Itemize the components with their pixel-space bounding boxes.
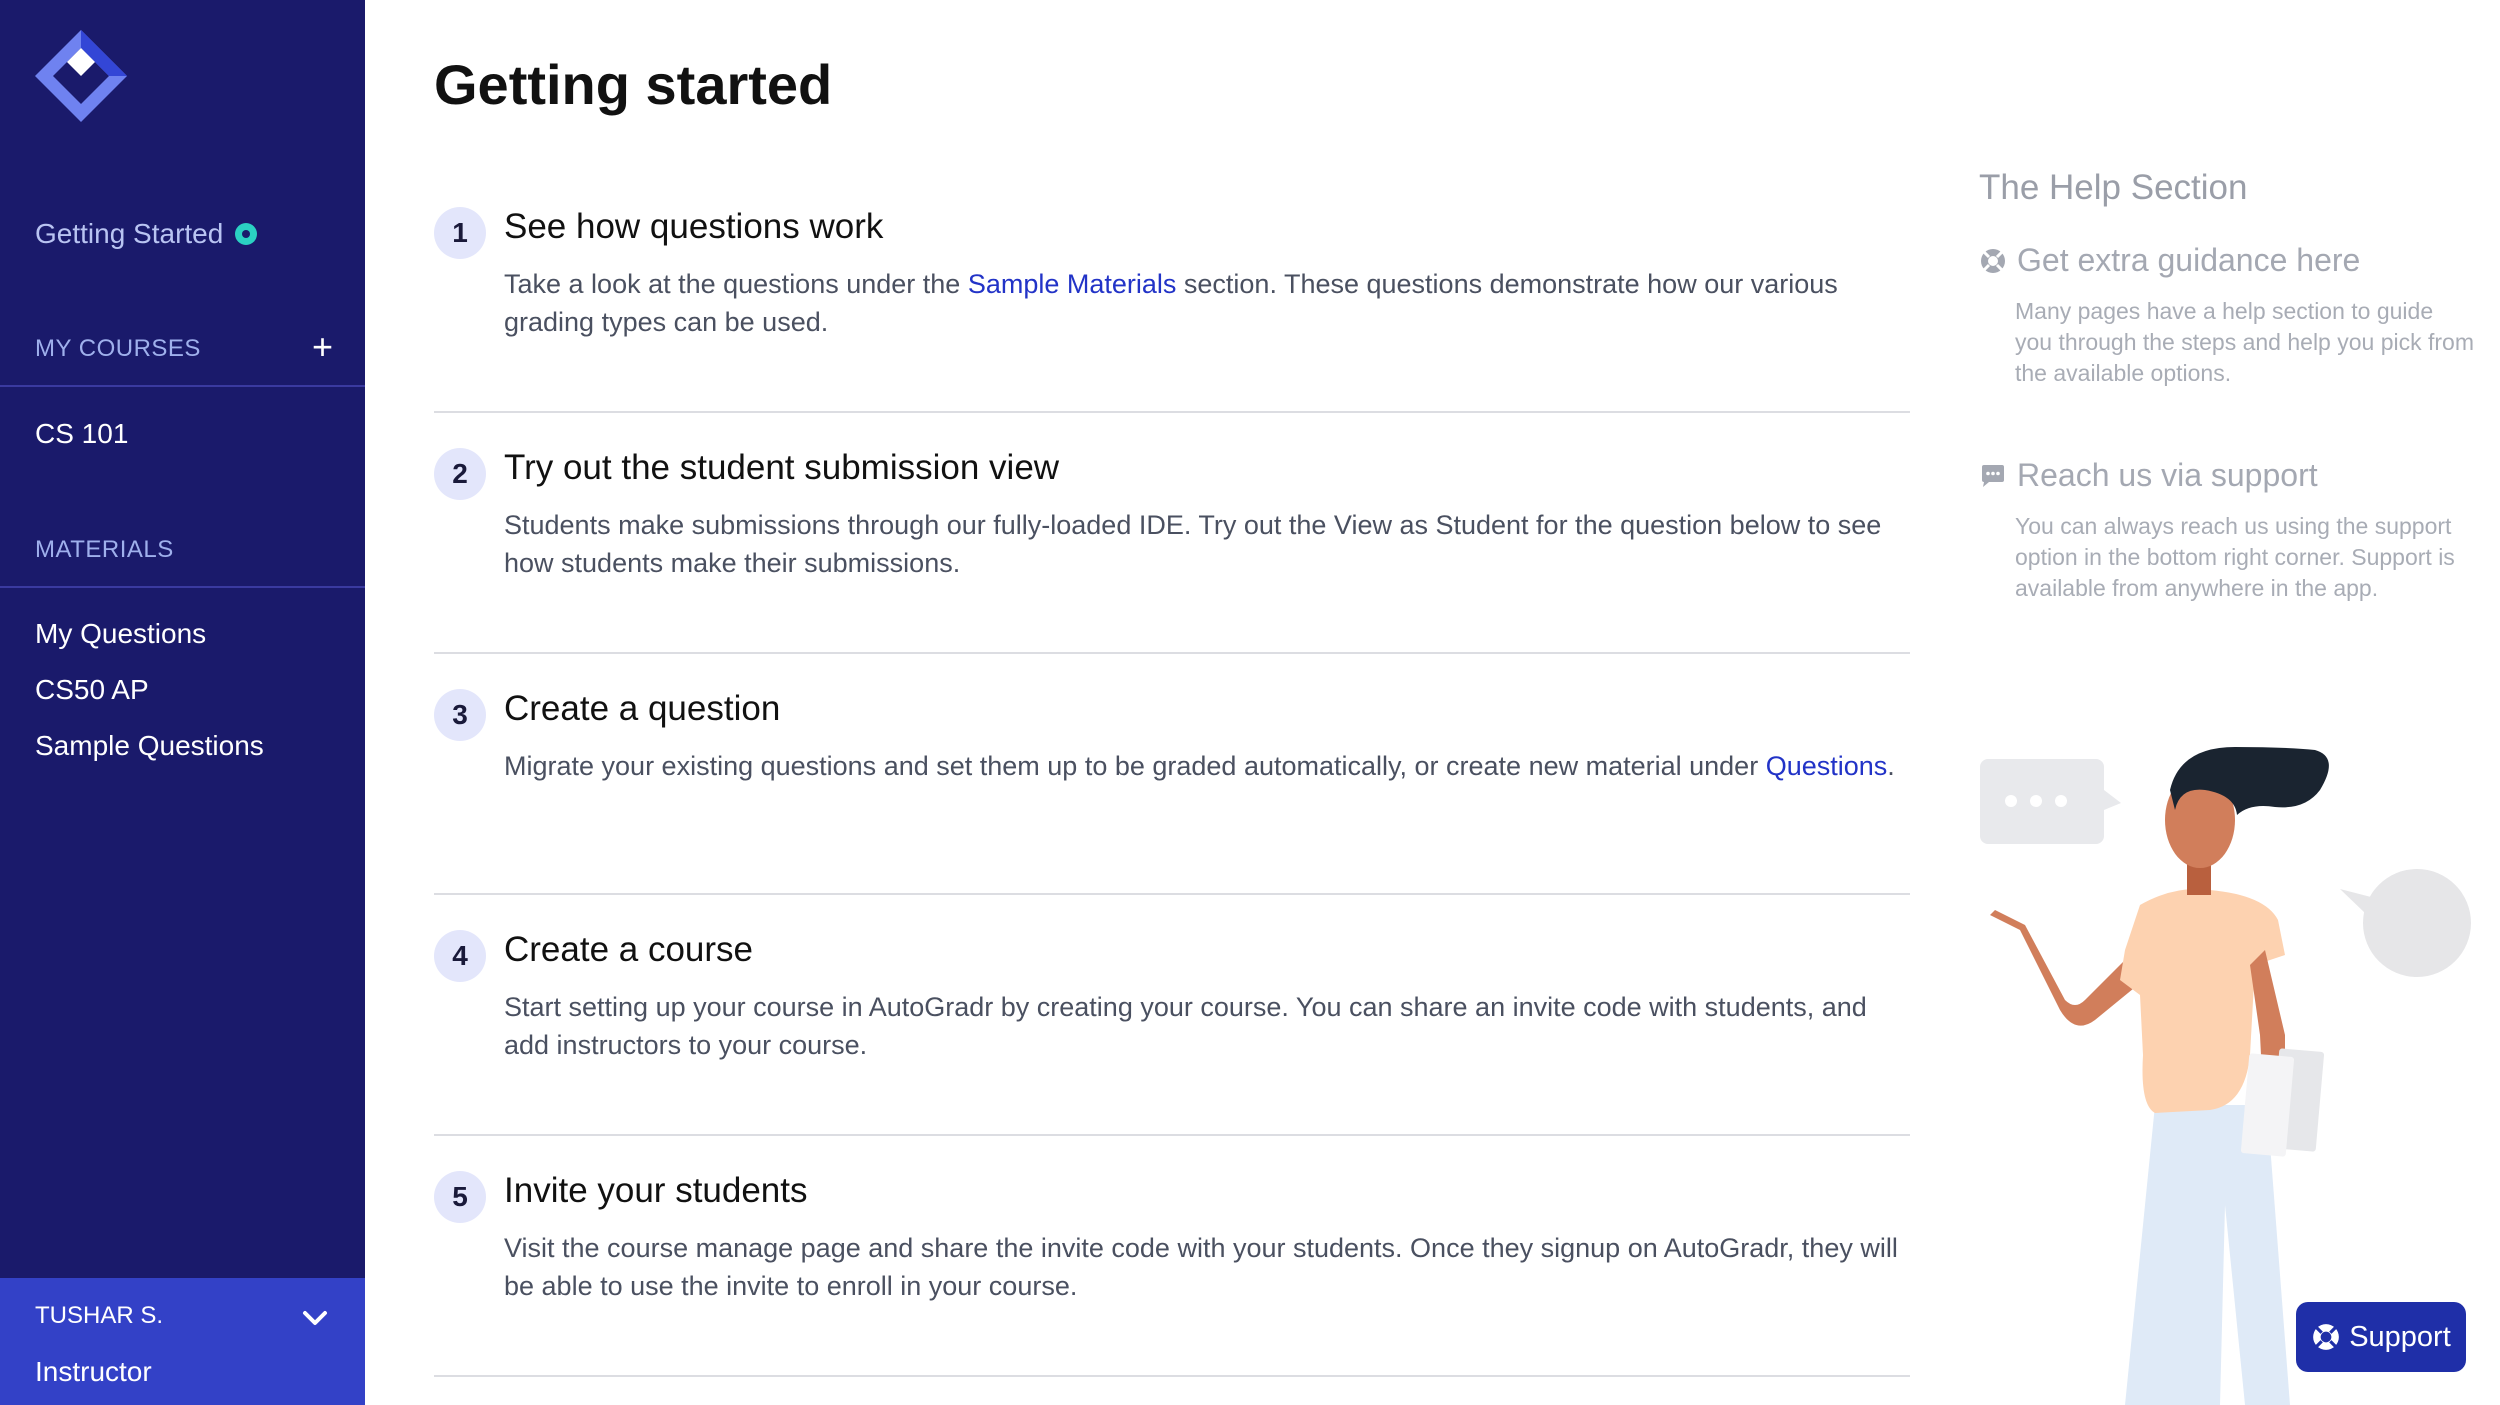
sidebar-item-sample-questions[interactable]: Sample Questions	[35, 730, 264, 762]
step-2: 2 Try out the student submission view St…	[434, 448, 1910, 588]
step-title: Create a course	[504, 930, 754, 969]
step-description: Take a look at the questions under the S…	[504, 269, 1838, 337]
help-text-support: You can always reach us using the suppor…	[2015, 513, 2455, 601]
step-number: 5	[434, 1171, 486, 1223]
step-description: Start setting up your course in AutoGrad…	[504, 992, 1867, 1060]
support-button[interactable]: Support	[2296, 1302, 2466, 1372]
help-title: The Help Section	[1979, 168, 2248, 207]
user-name: TUSHAR S.	[35, 1302, 164, 1329]
questions-link[interactable]: Questions	[1766, 751, 1888, 781]
chat-bubble-icon	[1982, 464, 2004, 487]
divider	[434, 1375, 1910, 1377]
divider	[434, 411, 1910, 413]
sidebar-item-getting-started[interactable]: Getting Started	[35, 218, 258, 250]
lifebuoy-icon	[1981, 248, 2005, 273]
my-courses-label: MY COURSES	[35, 335, 201, 362]
autogradr-logo-icon[interactable]	[35, 30, 127, 122]
add-course-button[interactable]: +	[312, 329, 333, 365]
step-number: 2	[434, 448, 486, 500]
status-dot-icon	[235, 223, 258, 245]
step-number: 1	[434, 207, 486, 259]
step-4: 4 Create a course Start setting up your …	[434, 930, 1910, 1070]
materials-label: MATERIALS	[35, 536, 174, 563]
help-text-guidance: Many pages have a help section to guide …	[2015, 298, 2475, 386]
step-description: Migrate your existing questions and set …	[504, 751, 1895, 781]
materials-header: MATERIALS	[0, 516, 365, 588]
sidebar-item-cs-101[interactable]: CS 101	[35, 418, 128, 450]
help-heading-guidance: Get extra guidance here	[1979, 242, 2360, 279]
step-description: Visit the course manage page and share t…	[504, 1233, 1898, 1301]
step-number: 4	[434, 930, 486, 982]
step-1: 1 See how questions work Take a look at …	[434, 207, 1910, 347]
chevron-down-icon[interactable]	[301, 1304, 329, 1332]
divider	[434, 893, 1910, 895]
divider	[434, 1134, 1910, 1136]
getting-started-label: Getting Started	[35, 218, 224, 249]
step-title: Invite your students	[504, 1171, 808, 1210]
support-label: Support	[2349, 1320, 2451, 1353]
divider	[434, 652, 1910, 654]
step-5: 5 Invite your students Visit the course …	[434, 1171, 1910, 1311]
step-number: 3	[434, 689, 486, 741]
user-menu[interactable]: TUSHAR S. Instructor	[0, 1278, 365, 1405]
step-title: Create a question	[504, 689, 781, 728]
step-title: Try out the student submission view	[504, 448, 1060, 487]
sample-materials-link[interactable]: Sample Materials	[968, 269, 1177, 299]
help-heading-support: Reach us via support	[1979, 457, 2318, 494]
sidebar: Getting Started MY COURSES + CS 101 MATE…	[0, 0, 365, 1405]
my-courses-header: MY COURSES +	[0, 315, 365, 387]
step-3: 3 Create a question Migrate your existin…	[434, 689, 1910, 829]
sidebar-item-cs50-ap[interactable]: CS50 AP	[35, 674, 149, 706]
lifebuoy-icon	[2313, 1324, 2340, 1350]
step-description: Students make submissions through our fu…	[504, 510, 1882, 578]
page-title: Getting started	[434, 53, 833, 116]
user-role: Instructor	[35, 1356, 152, 1387]
step-title: See how questions work	[504, 207, 884, 246]
sidebar-item-my-questions[interactable]: My Questions	[35, 618, 206, 650]
